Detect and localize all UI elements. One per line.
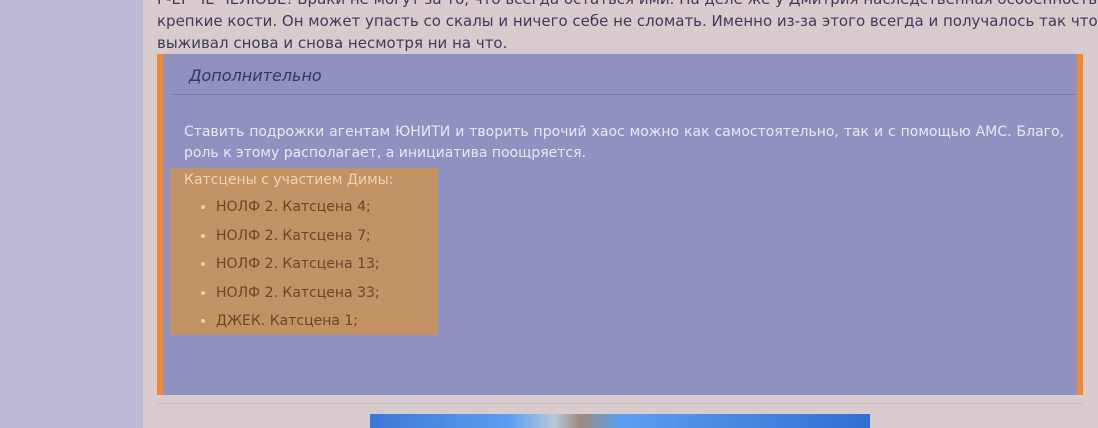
intro-text: Г-ЕГ ЧЕ ЧЕЛЮВЕ! Браки не могут за то, чт… <box>157 0 1098 54</box>
list-item: НОЛФ 2. Катсцена 33; <box>170 284 380 313</box>
bullet-icon <box>201 319 205 323</box>
post-image <box>370 414 870 428</box>
additional-panel: Дополнительно Ставить подрожки агентам Ю… <box>157 54 1083 395</box>
bullet-icon <box>201 290 205 295</box>
intro-line-1: Г-ЕГ ЧЕ ЧЕЛЮВЕ! Браки не могут за то, чт… <box>157 0 1098 10</box>
list-item: НОЛФ 2. Катсцена 7; <box>170 227 380 256</box>
list-item: ДЖЕК. Катсцена 1; <box>170 312 380 341</box>
cutscenes-list: НОЛФ 2. Катсцена 4; НОЛФ 2. Катсцена 7; … <box>170 198 380 341</box>
bullet-icon <box>201 233 205 238</box>
list-item: НОЛФ 2. Катсцена 4; <box>170 198 380 227</box>
intro-line-3: выживал снова и снова несмотря ни на что… <box>157 34 508 52</box>
panel-text: Ставить подрожки агентам ЮНИТИ и творить… <box>184 124 1064 161</box>
cutscene-label: НОЛФ 2. Катсцена 4; <box>216 199 371 215</box>
divider <box>157 403 1083 404</box>
list-item: НОЛФ 2. Катсцена 13; <box>170 255 380 284</box>
cutscene-label: ДЖЕК. Катсцена 1; <box>216 313 359 329</box>
cutscenes-title: Катсцены с участием Димы: <box>184 172 394 188</box>
bullet-icon <box>201 262 205 266</box>
intro-line-2: крепкие кости. Он может упасть со скалы … <box>157 12 1098 30</box>
panel-title: Дополнительно <box>189 66 322 85</box>
cutscene-label: НОЛФ 2. Катсцена 7; <box>216 227 371 244</box>
left-gutter <box>0 0 143 428</box>
bullet-icon <box>201 205 205 209</box>
cutscene-label: НОЛФ 2. Катсцена 33; <box>216 284 380 301</box>
panel-header: Дополнительно <box>171 54 1077 95</box>
post-content: Г-ЕГ ЧЕ ЧЕЛЮВЕ! Браки не могут за то, чт… <box>143 0 1098 428</box>
cutscene-label: НОЛФ 2. Катсцена 13; <box>216 256 380 272</box>
cutscenes-box: Катсцены с участием Димы: НОЛФ 2. Катсце… <box>170 168 438 335</box>
